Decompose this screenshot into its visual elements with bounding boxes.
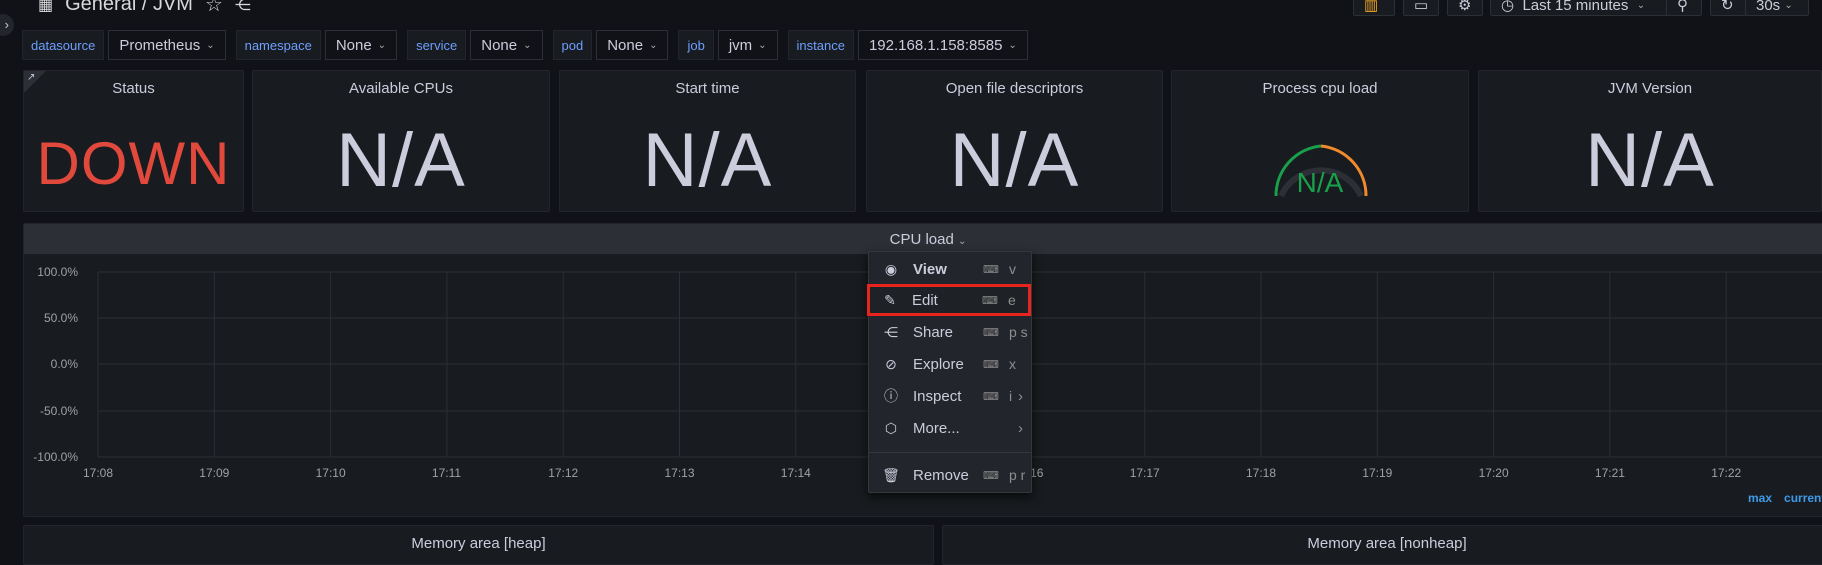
menu-item-label: Edit (912, 291, 938, 309)
compass-icon: ⊘ (885, 355, 897, 372)
x-tick-label: 17:08 (83, 466, 114, 480)
menu-item-view[interactable]: ◉ View ⌨ v (869, 254, 1031, 284)
share-icon: ⋲ (884, 323, 898, 340)
panel-title[interactable]: Memory area [nonheap] (943, 535, 1822, 552)
menu-item-label: Remove (913, 466, 969, 484)
menu-item-explore[interactable]: ⊘ Explore ⌨ x (869, 349, 1031, 379)
menu-item-inspect[interactable]: ⓘ Inspect ⌨ i › (869, 381, 1031, 411)
menu-item-label: Explore (913, 355, 964, 373)
menu-item-label: More... (913, 419, 960, 437)
shortcut: p s (1009, 324, 1028, 340)
menu-item-remove[interactable]: 🗑 Remove ⌨ p r (869, 460, 1031, 490)
shortcut: p r (1009, 467, 1026, 483)
eye-icon: ◉ (884, 260, 898, 277)
keyboard-icon: ⌨ (983, 358, 999, 371)
legend-current[interactable]: current (1784, 491, 1822, 505)
menu-item-label: Inspect (913, 387, 962, 405)
x-tick-label: 17:17 (1129, 466, 1160, 480)
x-tick-label: 17:20 (1478, 466, 1509, 480)
menu-divider (869, 452, 1031, 453)
menu-item-more[interactable]: ⬡ More... › (869, 413, 1031, 443)
shortcut: v (1009, 261, 1016, 277)
y-tick-label: 0.0% (50, 357, 78, 371)
memory-nonheap-panel: Memory area [nonheap] (942, 525, 1822, 565)
chevron-right-icon: › (1018, 387, 1023, 405)
panel-title[interactable]: Memory area [heap] (24, 535, 933, 552)
shortcut: x (1009, 356, 1016, 372)
x-tick-label: 17:09 (199, 466, 230, 480)
legend-table-header: max current (1748, 491, 1822, 505)
x-tick-label: 17:22 (1711, 466, 1742, 480)
menu-item-share[interactable]: ⋲ Share ⌨ p s (869, 317, 1031, 347)
panel-context-menu: ◉ View ⌨ v ✎ Edit ⌨ e ⋲ Share ⌨ p s ⊘ Explore ⌨ x ⓘ Inspe… (867, 251, 1032, 493)
x-tick-label: 17:14 (780, 466, 811, 480)
x-tick-label: 17:18 (1246, 466, 1277, 480)
memory-heap-panel: Memory area [heap] (23, 525, 934, 565)
legend-max[interactable]: max (1748, 491, 1772, 505)
x-tick-label: 17:13 (664, 466, 695, 480)
chevron-right-icon: › (1018, 419, 1023, 437)
keyboard-icon: ⌨ (983, 390, 999, 403)
menu-item-label: View (913, 260, 947, 278)
edit-icon: ✎ (884, 291, 896, 308)
keyboard-icon: ⌨ (983, 263, 999, 276)
x-tick-label: 17:10 (315, 466, 346, 480)
x-tick-label: 17:19 (1362, 466, 1393, 480)
y-tick-label: 100.0% (37, 265, 78, 279)
x-tick-label: 17:12 (548, 466, 579, 480)
trash-icon: 🗑 (882, 466, 900, 483)
keyboard-icon: ⌨ (982, 294, 998, 307)
x-tick-label: 17:21 (1594, 466, 1625, 480)
shortcut: i (1009, 388, 1013, 404)
x-tick-label: 17:11 (431, 466, 462, 480)
y-tick-label: -50.0% (39, 404, 78, 418)
shortcut: e (1008, 292, 1016, 308)
keyboard-icon: ⌨ (983, 469, 999, 482)
y-tick-label: -100.0% (33, 450, 78, 464)
keyboard-icon: ⌨ (983, 326, 999, 339)
y-tick-label: 50.0% (43, 311, 78, 325)
info-icon: ⓘ (884, 388, 898, 404)
menu-item-edit[interactable]: ✎ Edit ⌨ e (867, 284, 1031, 316)
menu-item-label: Share (913, 323, 954, 341)
cube-icon: ⬡ (884, 419, 898, 436)
